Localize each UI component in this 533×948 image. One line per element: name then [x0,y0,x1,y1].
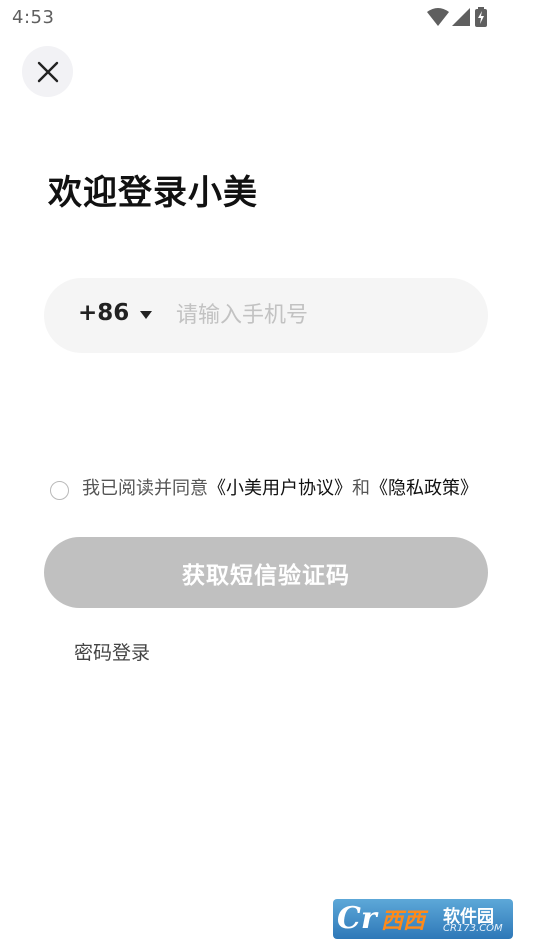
watermark-url: CR173.COM [443,923,503,934]
country-code-selector[interactable]: +86 [78,300,129,326]
battery-charging-icon [475,7,487,27]
agreement-checkbox[interactable] [50,481,69,500]
password-login-link[interactable]: 密码登录 [74,638,150,665]
phone-field: +86 [44,278,488,353]
privacy-policy-link[interactable]: 《隐私政策》 [370,478,478,499]
close-icon [37,61,58,82]
get-sms-code-button[interactable]: 获取短信验证码 [44,537,488,608]
agreement-and: 和 [352,478,370,499]
cell-signal-icon [452,8,470,26]
status-bar: 4:53 [0,0,533,36]
watermark-logo: Cr 西西 软件园 CR173.COM [333,899,513,939]
agreement-prefix: 我已阅读并同意 [82,478,208,499]
chevron-down-icon[interactable] [140,311,152,319]
watermark-brand: 西西 [381,909,426,934]
wifi-icon [427,8,449,26]
phone-input[interactable] [176,292,466,338]
watermark-mark: Cr [337,901,377,936]
agreement-text: 我已阅读并同意《小美用户协议》和《隐私政策》 [82,478,482,500]
user-agreement-link[interactable]: 《小美用户协议》 [208,478,352,499]
page-title: 欢迎登录小美 [48,173,258,213]
close-button[interactable] [22,46,73,97]
status-time: 4:53 [12,7,55,28]
